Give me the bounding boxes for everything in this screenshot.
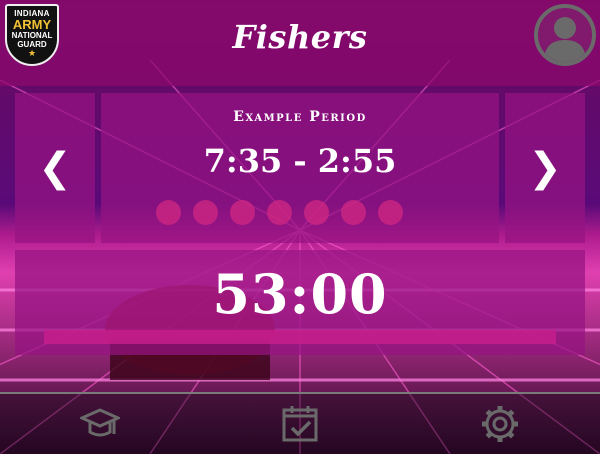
page-dot[interactable] (156, 200, 181, 225)
page-dot[interactable] (267, 200, 292, 225)
logo-line-2: ARMY (12, 17, 52, 32)
logo-line-3: NATIONAL (11, 31, 53, 40)
page-dot[interactable] (304, 200, 329, 225)
logo-star: ★ (27, 49, 37, 59)
page-indicator (156, 200, 446, 226)
calendar-button[interactable] (280, 404, 320, 448)
period-time: 7:35 - 2:55 (203, 142, 397, 180)
previous-period-button[interactable]: ❮ (15, 93, 95, 243)
graduation-cap-button[interactable] (78, 404, 122, 448)
period-name: Example Period (233, 109, 367, 125)
user-avatar-icon (544, 17, 586, 62)
user-avatar-button[interactable] (534, 4, 596, 66)
page-dot[interactable] (341, 200, 366, 225)
chevron-right-icon: ❯ (528, 145, 562, 191)
gear-icon (482, 406, 518, 442)
settings-button[interactable] (480, 404, 520, 448)
calendar-check-icon (282, 406, 318, 442)
chevron-left-icon: ❮ (38, 145, 72, 191)
logo-line-4: GUARD (17, 40, 47, 49)
countdown-timer: 53:00 (212, 262, 388, 326)
page-dot[interactable] (230, 200, 255, 225)
graduation-cap-icon (78, 408, 122, 437)
period-progress-bar (44, 330, 556, 344)
page-dot[interactable] (378, 200, 403, 225)
page-title: Fishers (232, 18, 368, 56)
next-period-button[interactable]: ❯ (505, 93, 585, 243)
army-national-guard-logo: INDIANA ARMY NATIONAL GUARD ★ (5, 4, 59, 66)
page-dot[interactable] (193, 200, 218, 225)
